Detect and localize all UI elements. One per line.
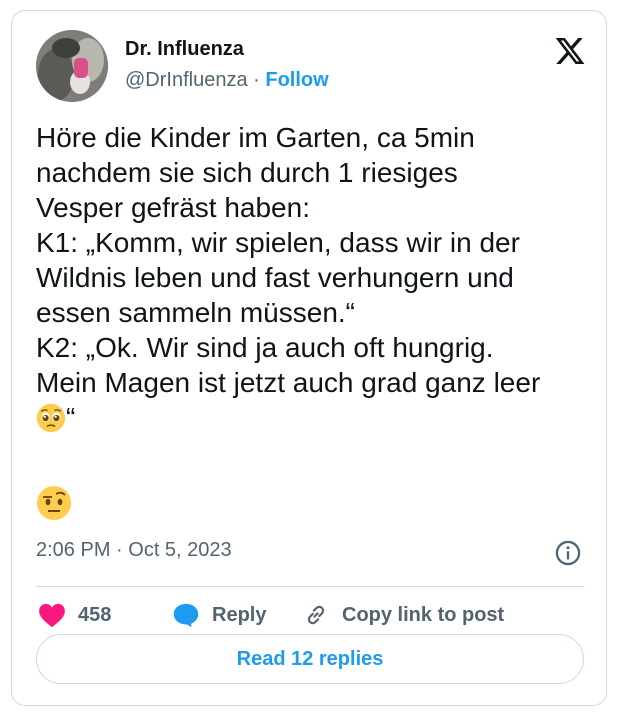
tweet-text: Höre die Kinder im Garten, ca 5min nachd…	[36, 120, 596, 435]
avatar[interactable]	[36, 30, 108, 102]
reply-label: Reply	[212, 603, 267, 626]
read-replies-button[interactable]: Read 12 replies	[36, 634, 584, 684]
tweet-line: Höre die Kinder im Garten, ca 5min	[36, 122, 475, 153]
tweet-card: Dr. Influenza @DrInfluenza · Follow Höre…	[11, 10, 607, 706]
tweet-line: K1: „Komm, wir spielen, dass wir in der	[36, 227, 520, 258]
pleading-face-emoji-icon	[36, 403, 66, 433]
author-handle[interactable]: @DrInfluenza	[125, 69, 248, 91]
info-icon[interactable]	[554, 539, 582, 567]
closing-quote: “	[66, 402, 76, 433]
tweet-line: K2: „Ok. Wir sind ja auch oft hungrig.	[36, 332, 494, 363]
author-name[interactable]: Dr. Influenza	[125, 38, 244, 61]
link-icon	[307, 605, 325, 625]
copy-link-label: Copy link to post	[342, 603, 505, 626]
tweet-line: essen sammeln müssen.“	[36, 297, 356, 328]
tweet-timestamp[interactable]: 2:06 PM · Oct 5, 2023	[36, 539, 232, 562]
raised-eyebrow-emoji-icon	[37, 486, 71, 520]
tweet-line-last: “	[36, 400, 596, 435]
follow-button[interactable]: Follow	[265, 69, 328, 91]
tweet-line: Wildnis leben und fast verhungern und	[36, 262, 514, 293]
heart-icon	[39, 603, 65, 628]
x-logo-icon[interactable]	[554, 35, 586, 67]
like-count: 458	[78, 603, 112, 626]
tweet-line: Mein Magen ist jetzt auch grad ganz leer	[36, 367, 541, 398]
reply-button[interactable]: Reply	[172, 598, 266, 632]
reply-bubble-icon	[173, 603, 199, 628]
tweet-line: Vesper gefräst haben:	[36, 192, 310, 223]
copy-link-button[interactable]: Copy link to post	[302, 598, 504, 632]
tweet-line: nachdem sie sich durch 1 riesiges	[36, 157, 458, 188]
author-handle-row: @DrInfluenza · Follow	[125, 69, 329, 92]
handle-separator: ·	[253, 69, 260, 91]
divider	[36, 586, 584, 587]
like-button[interactable]: 458	[38, 598, 111, 632]
